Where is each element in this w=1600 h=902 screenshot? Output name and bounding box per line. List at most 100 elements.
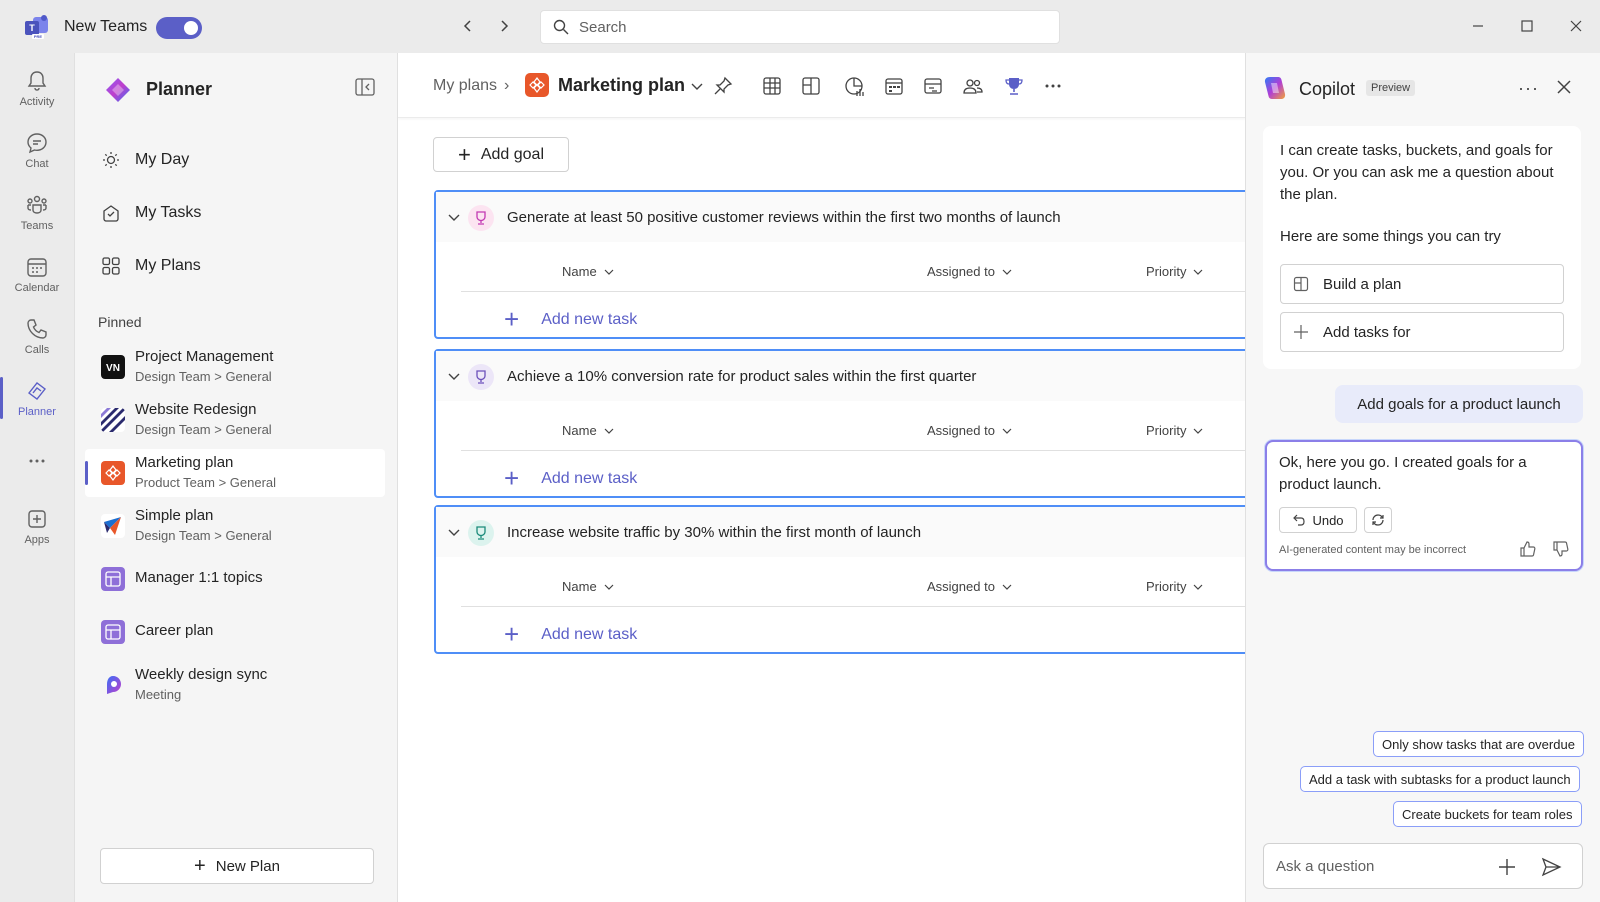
people-view-icon[interactable] [962, 75, 984, 97]
goals-view-icon[interactable] [1003, 75, 1025, 97]
collapse-pane-icon[interactable] [355, 78, 375, 96]
search-box[interactable] [540, 10, 1060, 44]
column-header-assigned[interactable]: Assigned to [927, 264, 1013, 279]
prompt-chip-subtasks[interactable]: Add a task with subtasks for a product l… [1300, 766, 1580, 792]
thumbs-up-icon[interactable] [1519, 540, 1537, 558]
chevron-down-icon[interactable] [446, 209, 462, 225]
thumbs-down-icon[interactable] [1552, 540, 1570, 558]
divider [461, 291, 1245, 292]
planner-title: Planner [146, 79, 213, 99]
ask-box[interactable] [1263, 843, 1583, 889]
plan-title[interactable]: Marketing plan [558, 75, 685, 96]
nav-my-plans[interactable]: My Plans [101, 256, 201, 276]
forward-button[interactable] [493, 15, 515, 37]
charts-view-icon[interactable] [843, 75, 865, 97]
goal-card: Increase website traffic by 30% within t… [434, 505, 1245, 654]
chevron-down-icon [1002, 269, 1012, 275]
plus-icon: + [194, 854, 206, 877]
prompt-chip-overdue[interactable]: Only show tasks that are overdue [1373, 731, 1584, 757]
column-header-name[interactable]: Name [562, 423, 615, 438]
plan-icon [101, 514, 125, 538]
rail-item-apps[interactable]: Apps [0, 497, 74, 555]
goal-title[interactable]: Generate at least 50 positive customer r… [507, 209, 1061, 226]
column-header-name[interactable]: Name [562, 264, 615, 279]
pinned-plan-website-redesign[interactable]: Website Redesign Design Team > General [85, 396, 385, 444]
calendar-icon [27, 257, 47, 277]
column-header-priority[interactable]: Priority [1146, 264, 1204, 279]
add-task-label: Add new task [541, 310, 638, 328]
breadcrumb-my-plans[interactable]: My plans [433, 77, 497, 95]
sun-icon [103, 152, 119, 168]
goal-header[interactable]: Generate at least 50 positive customer r… [436, 192, 1245, 242]
goal-header[interactable]: Increase website traffic by 30% within t… [436, 507, 1245, 557]
rail-item-activity[interactable]: Activity [0, 59, 74, 117]
column-header-name[interactable]: Name [562, 579, 615, 594]
trophy-icon [468, 364, 494, 390]
add-new-task-button[interactable]: + Add new task [504, 304, 637, 335]
pinned-plan-project-management[interactable]: VN Project Management Design Team > Gene… [85, 343, 385, 391]
pin-name: Weekly design sync [135, 666, 268, 683]
grid-view-icon[interactable] [761, 75, 783, 97]
chevron-right-icon [501, 20, 509, 32]
maximize-button[interactable] [1515, 14, 1539, 38]
rail-item-calendar[interactable]: Calendar [0, 245, 74, 303]
close-window-button[interactable] [1564, 14, 1588, 38]
send-icon[interactable] [1540, 856, 1562, 878]
rail-more-button[interactable] [0, 433, 74, 491]
nav-my-day[interactable]: My Day [101, 150, 189, 170]
minimize-button[interactable] [1466, 14, 1490, 38]
column-header-priority[interactable]: Priority [1146, 579, 1204, 594]
chevron-down-icon[interactable] [690, 75, 704, 97]
suggestion-build-plan[interactable]: Build a plan [1280, 264, 1564, 304]
pinned-plan-career-plan[interactable]: Career plan [85, 608, 385, 656]
new-teams-toggle[interactable] [156, 17, 202, 39]
board-view-icon[interactable] [800, 75, 822, 97]
nav-my-tasks[interactable]: My Tasks [101, 203, 201, 223]
pinned-plan-simple-plan[interactable]: Simple plan Design Team > General [85, 502, 385, 550]
column-header-assigned[interactable]: Assigned to [927, 579, 1013, 594]
chevron-down-icon[interactable] [446, 524, 462, 540]
close-icon[interactable] [1554, 77, 1574, 97]
undo-button[interactable]: Undo [1279, 507, 1357, 533]
rail-item-teams[interactable]: Teams [0, 183, 74, 241]
more-options-icon[interactable] [1042, 75, 1064, 97]
new-plan-label: New Plan [215, 857, 280, 875]
schedule-view-icon[interactable] [883, 75, 905, 97]
add-goal-button[interactable]: + Add goal [433, 137, 569, 172]
back-button[interactable] [457, 15, 479, 37]
timeline-view-icon[interactable] [922, 75, 944, 97]
plan-icon [525, 73, 549, 97]
suggestion-add-tasks[interactable]: Add tasks for [1280, 312, 1564, 352]
maximize-icon [1521, 20, 1533, 32]
rail-item-planner[interactable]: Planner [0, 369, 74, 427]
prompt-chip-buckets[interactable]: Create buckets for team roles [1393, 801, 1582, 827]
plus-icon [1294, 325, 1308, 339]
regenerate-button[interactable] [1364, 507, 1392, 533]
add-new-task-button[interactable]: + Add new task [504, 619, 637, 650]
pinned-plan-manager-topics[interactable]: Manager 1:1 topics [85, 555, 385, 603]
plus-icon: + [504, 463, 520, 493]
chevron-down-icon[interactable] [446, 368, 462, 384]
ask-input[interactable] [1276, 857, 1486, 875]
chevron-left-icon [463, 20, 471, 32]
goal-title[interactable]: Increase website traffic by 30% within t… [507, 524, 921, 541]
title-bar: T PRE New Teams [0, 0, 1600, 53]
pinned-plan-weekly-design-sync[interactable]: Weekly design sync Meeting [85, 661, 385, 709]
search-input[interactable] [579, 18, 1019, 36]
column-header-assigned[interactable]: Assigned to [927, 423, 1013, 438]
column-header-priority[interactable]: Priority [1146, 423, 1204, 438]
goal-header[interactable]: Achieve a 10% conversion rate for produc… [436, 351, 1245, 401]
more-options-icon[interactable]: ··· [1518, 78, 1539, 99]
new-plan-button[interactable]: + New Plan [100, 848, 374, 884]
add-task-label: Add new task [541, 469, 638, 487]
goal-title[interactable]: Achieve a 10% conversion rate for produc… [507, 368, 976, 385]
app-rail: Activity Chat Teams Calendar Calls Plann… [0, 53, 74, 902]
rail-item-chat[interactable]: Chat [0, 121, 74, 179]
chevron-down-icon [1002, 428, 1012, 434]
pin-icon[interactable] [712, 75, 734, 97]
plus-icon[interactable] [1496, 856, 1518, 878]
pinned-plan-marketing-plan[interactable]: Marketing plan Product Team > General [85, 449, 385, 497]
rail-item-calls[interactable]: Calls [0, 307, 74, 365]
add-new-task-button[interactable]: + Add new task [504, 463, 637, 494]
rail-label: Calendar [14, 281, 60, 294]
